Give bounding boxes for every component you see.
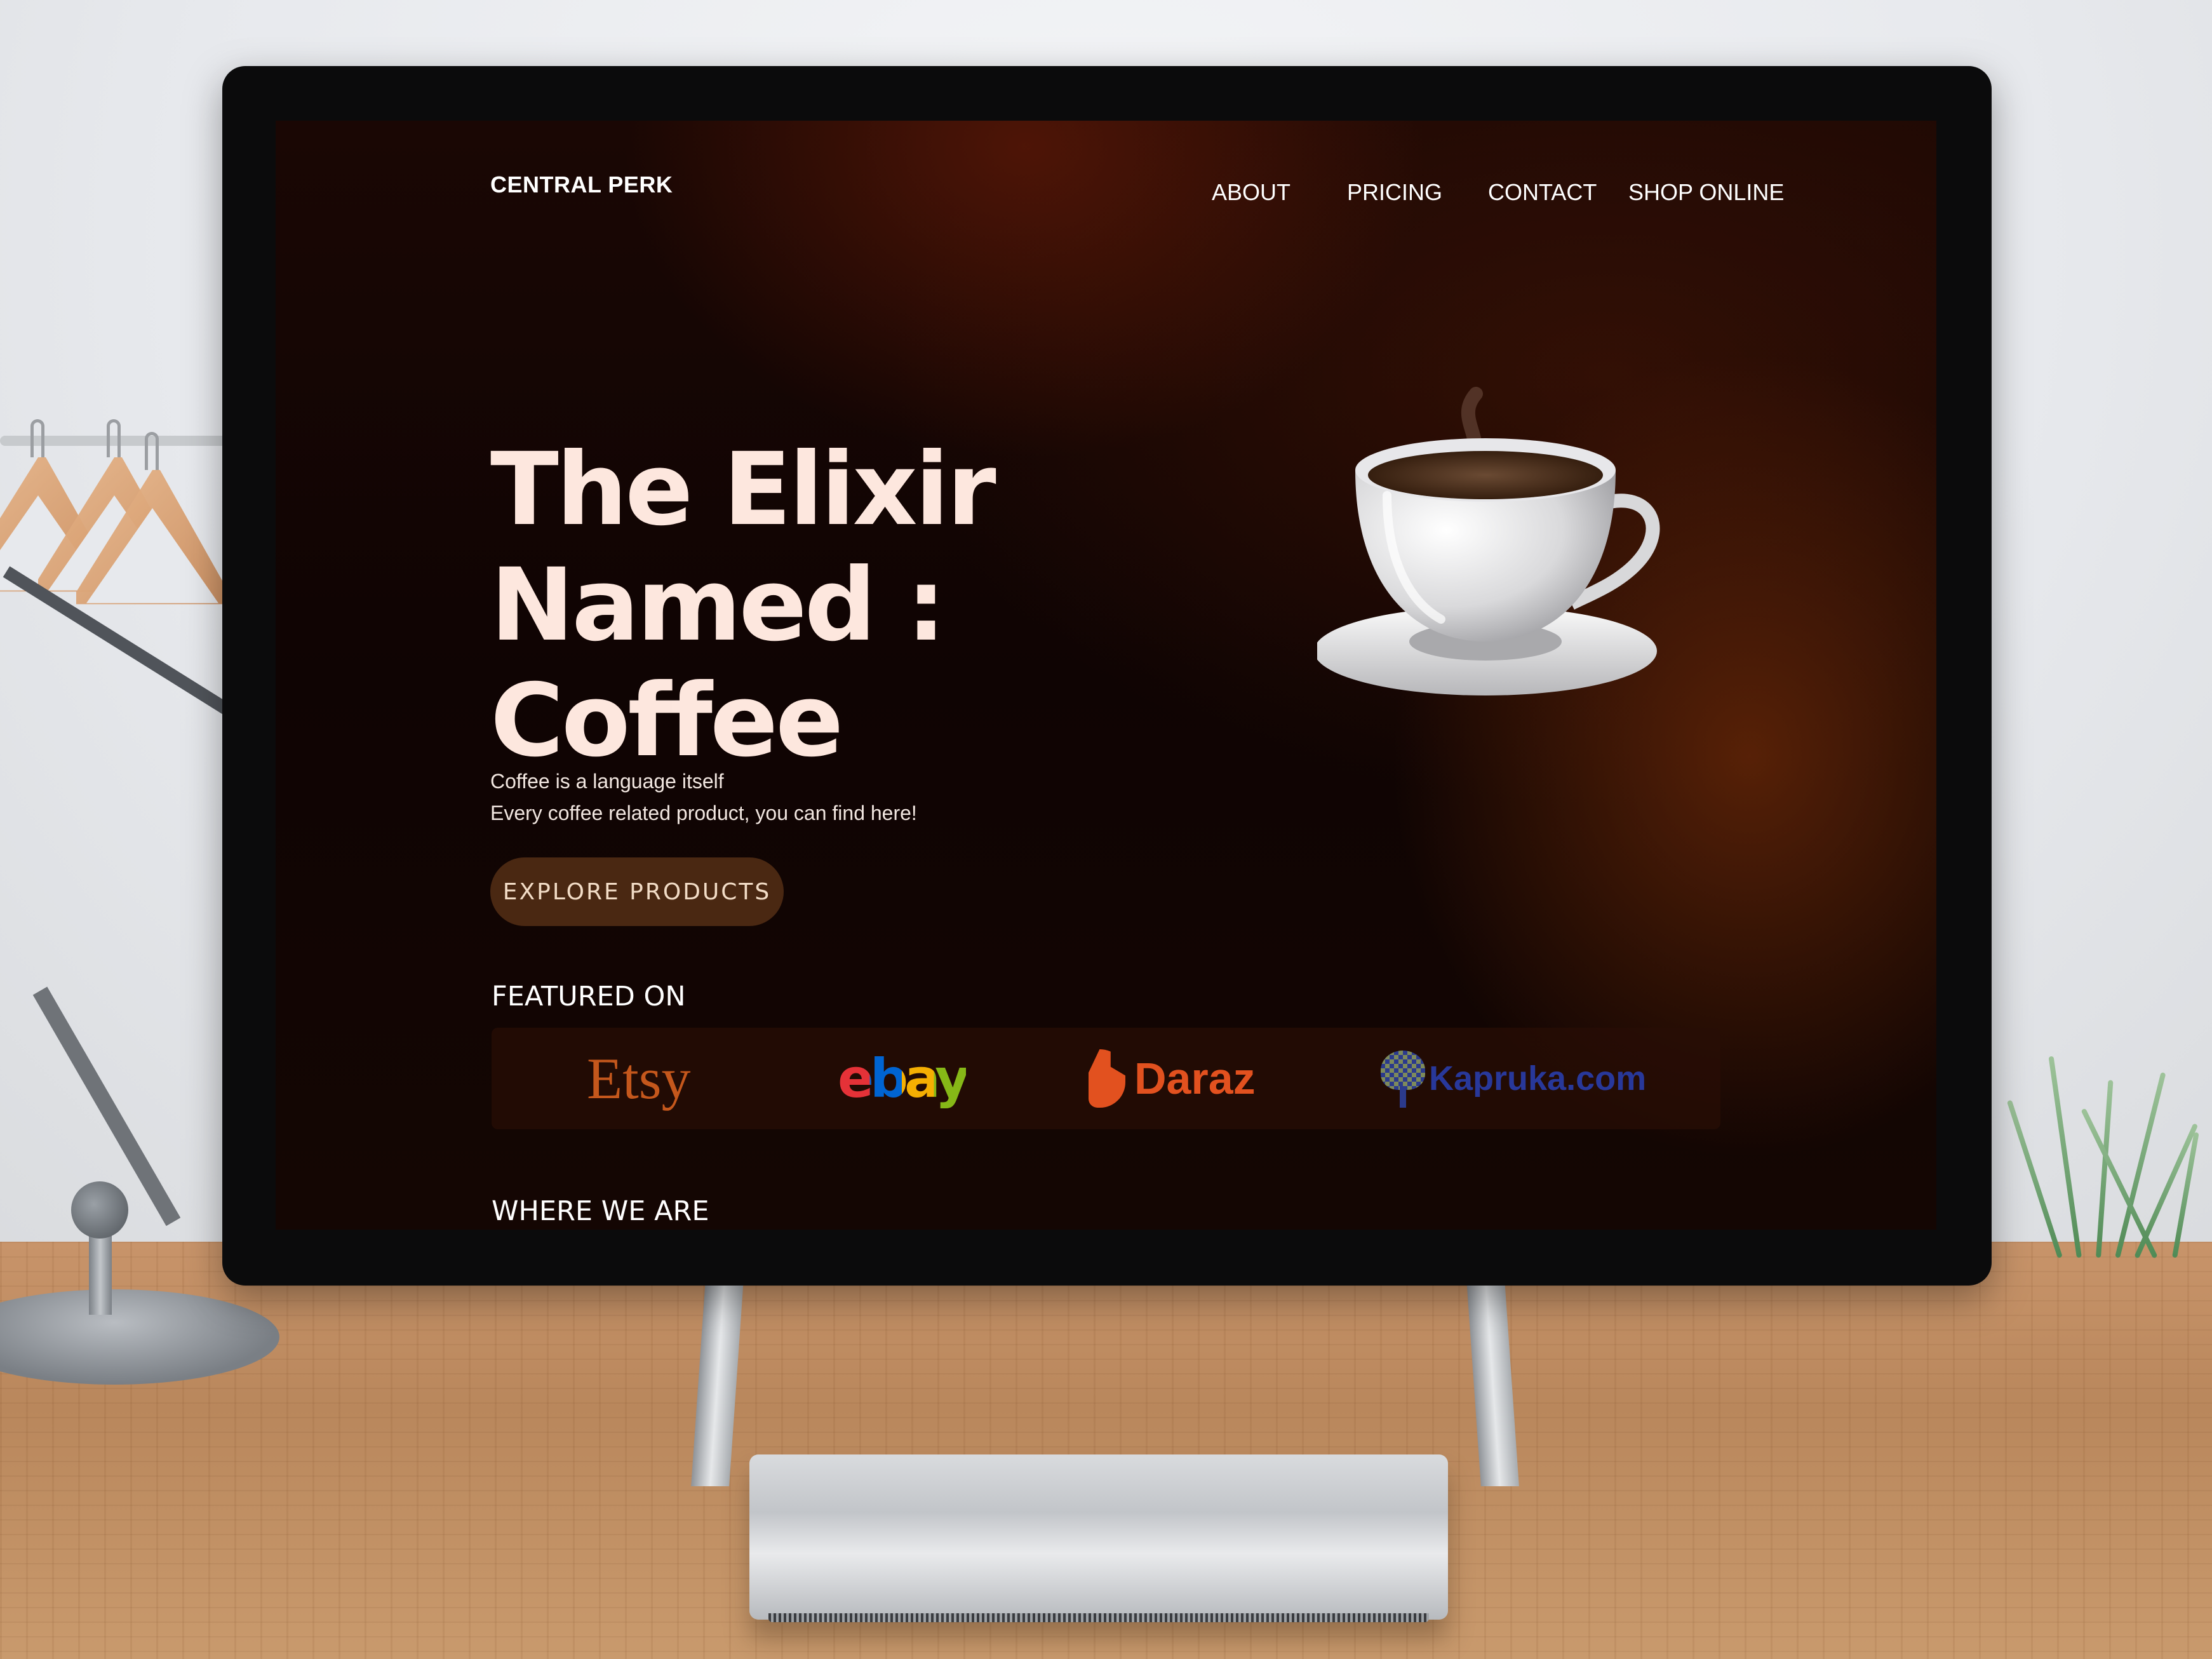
hero-subtitle-line-2: Every coffee related product, you can fi…	[490, 802, 917, 824]
nav-contact[interactable]: CONTACT	[1488, 179, 1597, 206]
stand-vent	[768, 1613, 1429, 1622]
lamp-joint	[71, 1181, 128, 1239]
nav-pricing[interactable]: PRICING	[1347, 179, 1442, 206]
explore-products-button[interactable]: EXPLORE PRODUCTS	[490, 857, 784, 926]
etsy-logo[interactable]: Etsy	[587, 1028, 691, 1129]
ebay-logo[interactable]: ebay	[838, 1028, 970, 1129]
hero-subtitle-line-1: Coffee is a language itself	[490, 770, 724, 793]
plant	[2006, 1042, 2212, 1259]
daraz-mark-icon	[1089, 1049, 1125, 1108]
monitor-stand-base	[749, 1454, 1448, 1620]
website-screen: CENTRAL PERK ABOUT PRICING CONTACT SHOP …	[276, 121, 1936, 1230]
kapruka-logo-text: Kapruka.com	[1429, 1059, 1647, 1098]
daraz-logo-text: Daraz	[1134, 1054, 1256, 1103]
coffee-cup-icon	[1317, 387, 1660, 695]
ebay-logo-text: ebay	[838, 1047, 970, 1110]
kapruka-logo[interactable]: Kapruka.com	[1381, 1028, 1646, 1129]
nav-about[interactable]: ABOUT	[1212, 179, 1290, 206]
hero-title-line-1: The Elixir	[490, 431, 996, 548]
etsy-logo-text: Etsy	[587, 1046, 691, 1111]
where-we-are-heading: WHERE WE ARE	[492, 1195, 709, 1227]
monitor: CENTRAL PERK ABOUT PRICING CONTACT SHOP …	[222, 66, 1992, 1286]
daraz-logo[interactable]: Daraz	[1089, 1028, 1256, 1129]
kapruka-tree-icon	[1381, 1051, 1425, 1108]
hero-title: The Elixir Named : Coffee	[490, 432, 1316, 779]
featured-on-heading: FEATURED ON	[492, 981, 686, 1012]
hero-subtitle: Coffee is a language itself Every coffee…	[490, 765, 917, 829]
nav-shop-online[interactable]: SHOP ONLINE	[1628, 179, 1784, 206]
main-nav: ABOUT PRICING CONTACT SHOP ONLINE	[276, 179, 1936, 211]
lamp-stem	[89, 1226, 112, 1315]
featured-logos-bar: Etsy ebay Daraz Kapruka.com	[492, 1028, 1720, 1129]
hero-title-line-2: Named : Coffee	[490, 547, 946, 779]
